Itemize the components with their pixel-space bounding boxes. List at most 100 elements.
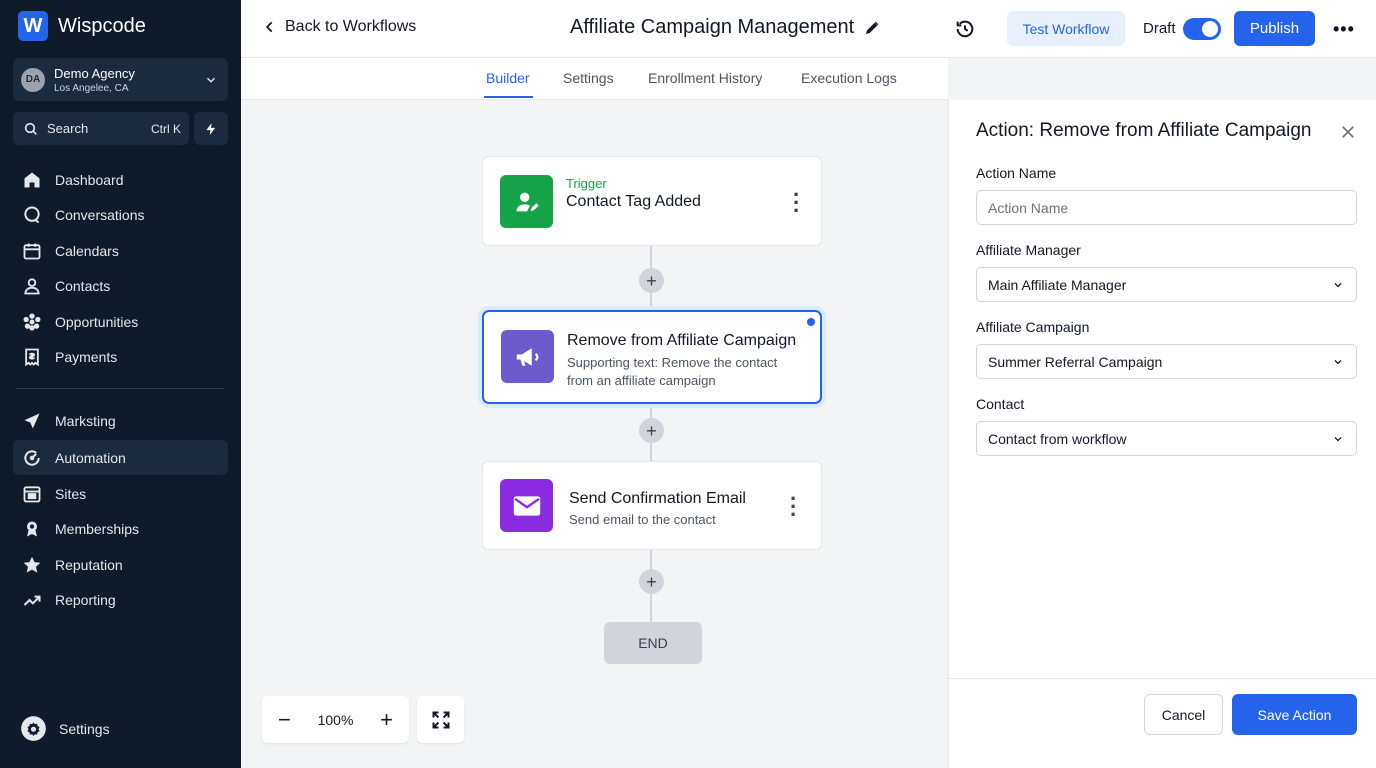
affiliate-campaign-value: Summer Referral Campaign xyxy=(988,353,1163,370)
expand-icon xyxy=(432,711,449,728)
nav-item-automation[interactable]: Automation xyxy=(13,440,228,475)
envelope-icon xyxy=(500,479,553,532)
trigger-title: Contact Tag Added xyxy=(566,193,701,210)
affiliate-manager-label: Affiliate Manager xyxy=(976,242,1081,258)
affiliate-manager-value: Main Affiliate Manager xyxy=(988,276,1127,293)
nav-item-marketing[interactable]: Marksting xyxy=(13,403,228,438)
sidebar: W Wispcode DA Demo Agency Los Angelee, C… xyxy=(0,0,241,768)
calendar-icon xyxy=(23,243,41,259)
nav-label: Opportunities xyxy=(55,313,139,330)
trigger-text: Trigger Contact Tag Added xyxy=(566,176,701,211)
browser-icon xyxy=(23,485,41,502)
action-node-send-email[interactable]: Send Confirmation Email Send email to th… xyxy=(482,461,822,550)
chevron-down-icon xyxy=(1334,282,1342,287)
workflow-title: Affiliate Campaign Management xyxy=(570,16,855,38)
cancel-button[interactable]: Cancel xyxy=(1144,694,1223,735)
email-title: Send Confirmation Email xyxy=(569,490,746,507)
nav-item-dashboard[interactable]: Dashboard xyxy=(13,162,228,197)
history-button[interactable] xyxy=(954,18,976,45)
tab-enrollment-history[interactable]: Enrollment History xyxy=(648,70,762,86)
nav-label: Contacts xyxy=(55,277,111,294)
action-name-field[interactable] xyxy=(976,190,1357,225)
star-icon xyxy=(23,556,41,573)
save-action-button[interactable]: Save Action xyxy=(1232,694,1357,735)
tab-settings[interactable]: Settings xyxy=(563,70,614,86)
test-workflow-button[interactable]: Test Workflow xyxy=(1007,11,1125,46)
zoom-in-button[interactable]: + xyxy=(380,708,393,731)
chevron-down-icon xyxy=(206,77,216,83)
agency-switcher[interactable]: DA Demo Agency Los Angelee, CA xyxy=(13,58,228,101)
close-icon xyxy=(1342,126,1354,138)
nav-item-contacts[interactable]: Contacts xyxy=(13,268,228,303)
zoom-level: 100% xyxy=(317,711,354,728)
gear-icon xyxy=(21,716,46,741)
logo-icon: W xyxy=(18,11,48,41)
search-button[interactable]: Search Ctrl K xyxy=(13,112,189,145)
tab-execution-logs[interactable]: Execution Logs xyxy=(801,70,897,86)
pencil-icon[interactable] xyxy=(864,20,880,36)
quick-actions-button[interactable] xyxy=(194,112,228,145)
draft-toggle[interactable] xyxy=(1183,18,1221,40)
kebab-menu-icon[interactable]: · · · xyxy=(793,184,800,222)
send-icon xyxy=(24,413,40,428)
kebab-menu-icon[interactable]: · · · xyxy=(790,488,797,526)
search-icon xyxy=(24,122,37,135)
avatar: DA xyxy=(21,67,45,92)
brand-name: Wispcode xyxy=(58,14,146,37)
publish-button[interactable]: Publish xyxy=(1234,11,1315,46)
badge-icon xyxy=(27,521,37,536)
fit-to-screen-button[interactable] xyxy=(417,696,464,743)
add-step-button[interactable]: + xyxy=(639,569,664,594)
nav-item-conversations[interactable]: Conversations xyxy=(13,197,228,232)
affiliate-campaign-select[interactable]: Summer Referral Campaign xyxy=(976,344,1357,379)
nav-item-reporting[interactable]: Reporting xyxy=(13,582,228,617)
lightning-icon xyxy=(206,122,216,135)
home-icon xyxy=(24,172,40,187)
action-name-input[interactable] xyxy=(988,199,1344,216)
nav-item-memberships[interactable]: Memberships xyxy=(13,511,228,546)
chevron-down-icon xyxy=(1334,359,1342,364)
workflow-header: Back to Workflows Affiliate Campaign Man… xyxy=(241,0,1376,58)
action-config-panel: Action: Remove from Affiliate Campaign A… xyxy=(948,100,1376,768)
more-options-icon[interactable]: ••• xyxy=(1333,19,1355,40)
brand-logo[interactable]: W Wispcode xyxy=(18,11,146,41)
nav-item-calendars[interactable]: Calendars xyxy=(13,233,228,268)
draft-label: Draft xyxy=(1143,20,1176,37)
nav-label: Settings xyxy=(59,720,110,737)
agency-info: Demo Agency Los Angelee, CA xyxy=(54,66,204,94)
nav-label: Conversations xyxy=(55,206,145,223)
page-title: Affiliate Campaign Management xyxy=(570,16,880,39)
nav-label: Automation xyxy=(55,449,126,466)
affiliate-campaign-label: Affiliate Campaign xyxy=(976,319,1090,335)
end-node: END xyxy=(604,622,702,664)
action-subtitle: Supporting text: Remove the contact from… xyxy=(567,355,778,388)
action-node-remove-affiliate[interactable]: Remove from Affiliate Campaign Supportin… xyxy=(482,310,822,404)
add-step-button[interactable]: + xyxy=(639,418,664,443)
close-panel-button[interactable] xyxy=(1339,123,1357,146)
nav-item-settings[interactable]: Settings xyxy=(20,715,110,742)
nav-item-opportunities[interactable]: Opportunities xyxy=(13,304,228,339)
nav-item-sites[interactable]: Sites xyxy=(13,476,228,511)
user-icon xyxy=(24,277,40,294)
affiliate-manager-select[interactable]: Main Affiliate Manager xyxy=(976,267,1357,302)
chevron-left-icon xyxy=(265,21,273,33)
tab-builder[interactable]: Builder xyxy=(486,70,530,86)
automation-icon xyxy=(24,449,40,466)
trigger-node[interactable]: Trigger Contact Tag Added · · · xyxy=(482,156,822,246)
user-tag-icon xyxy=(500,175,553,228)
workflow-tabs: Builder Settings Enrollment History Exec… xyxy=(241,58,948,100)
action-text: Remove from Affiliate Campaign Supportin… xyxy=(567,330,797,390)
back-to-workflows-link[interactable]: Back to Workflows xyxy=(263,18,416,36)
nav-item-reputation[interactable]: Reputation xyxy=(13,547,228,582)
action-name-label: Action Name xyxy=(976,165,1057,181)
add-step-button[interactable]: + xyxy=(639,268,664,293)
zoom-controls: − 100% + xyxy=(262,696,409,743)
search-shortcut: Ctrl K xyxy=(151,121,181,136)
email-subtitle: Send email to the contact xyxy=(569,512,716,527)
zoom-out-button[interactable]: − xyxy=(278,708,291,731)
asterisk-icon xyxy=(23,313,41,330)
action-title: Remove from Affiliate Campaign xyxy=(567,332,797,349)
contact-select[interactable]: Contact from workflow xyxy=(976,421,1357,456)
nav-item-payments[interactable]: Payments xyxy=(13,339,228,374)
nav-label: Dashboard xyxy=(55,171,124,188)
